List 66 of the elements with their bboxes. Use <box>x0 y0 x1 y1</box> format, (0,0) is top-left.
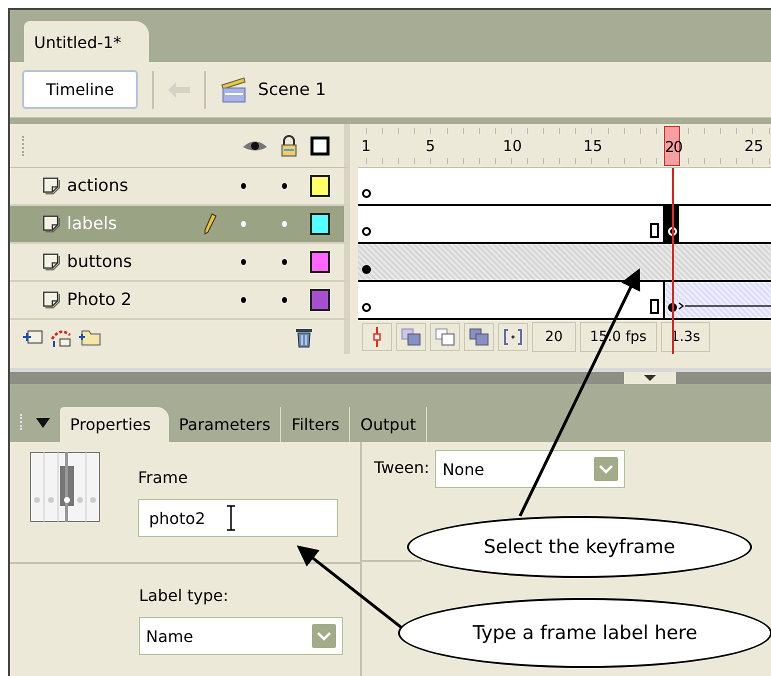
label-type-dropdown[interactable]: Name <box>139 617 343 655</box>
playhead-marker[interactable]: 20 <box>664 126 680 166</box>
layer-name: Photo 2 <box>67 290 133 310</box>
frame-number: 5 <box>424 136 436 156</box>
layer-color-swatch[interactable] <box>310 175 330 197</box>
lock-dot[interactable] <box>282 297 288 303</box>
pencil-icon <box>202 213 217 235</box>
layer-color-swatch[interactable] <box>310 213 330 235</box>
layer-icon <box>42 213 62 235</box>
clapperboard-icon <box>220 76 248 104</box>
layer-color-swatch[interactable] <box>310 251 330 273</box>
layer-color-swatch[interactable] <box>310 289 330 311</box>
scene-label[interactable]: Scene 1 <box>258 80 326 100</box>
brackets-icon <box>503 328 523 346</box>
frame-number: 10 <box>502 136 519 156</box>
visible-dot[interactable] <box>241 259 246 265</box>
trash-icon[interactable] <box>294 326 314 348</box>
text-cursor-icon <box>225 505 238 531</box>
lock-dot[interactable] <box>282 221 288 227</box>
onion-outline-icon <box>435 328 455 346</box>
frame-number: 25 <box>744 136 760 156</box>
edit-multiple-frames-button[interactable] <box>464 323 494 351</box>
empty-keyframe[interactable] <box>362 189 371 198</box>
layer-name: actions <box>67 176 130 196</box>
layer-icon <box>42 175 62 197</box>
frame-number: 15 <box>583 136 600 156</box>
collapse-handle[interactable] <box>624 372 676 384</box>
keyframe-dot[interactable] <box>362 265 371 274</box>
layer-row[interactable]: Photo 2 <box>10 282 350 320</box>
layer-name: buttons <box>67 252 133 272</box>
layer-row[interactable]: buttons <box>10 244 350 282</box>
multiple-frames-icon <box>469 328 489 346</box>
visible-dot[interactable] <box>241 183 246 189</box>
layer-icon <box>42 251 62 273</box>
visible-dot[interactable] <box>241 221 246 227</box>
outline-icon[interactable] <box>310 136 330 156</box>
lock-dot[interactable] <box>282 183 288 189</box>
center-frame-icon <box>372 327 382 347</box>
frame-track[interactable] <box>358 244 771 282</box>
label-type-label: Label type: <box>139 586 230 605</box>
visible-dot[interactable] <box>241 297 246 303</box>
frame-track[interactable] <box>358 168 771 206</box>
document-tab[interactable]: Untitled-1* <box>24 21 150 62</box>
tween-label: Tween: <box>374 458 430 477</box>
frame-track[interactable] <box>358 282 771 320</box>
empty-keyframe[interactable] <box>362 303 371 312</box>
panel-tab[interactable]: Properties <box>60 407 169 442</box>
timeline-button[interactable]: Timeline <box>22 70 138 109</box>
layer-icon <box>42 289 62 311</box>
frame-name-field[interactable]: photo2 <box>138 499 338 537</box>
frame-label: Frame <box>138 468 189 487</box>
frame-track[interactable] <box>358 206 771 244</box>
frame-thumbnail-icon <box>30 452 100 522</box>
onion-markers-button[interactable] <box>498 323 528 351</box>
lock-icon[interactable] <box>280 134 298 156</box>
collapse-triangle-icon[interactable] <box>36 418 50 428</box>
current-frame: 20 <box>532 322 576 352</box>
tween-dropdown[interactable]: None <box>435 450 626 488</box>
frame-number: 1 <box>360 136 372 156</box>
onion-outline-button[interactable] <box>430 323 460 351</box>
onion-skin-button[interactable] <box>396 323 426 351</box>
lock-dot[interactable] <box>282 259 288 265</box>
onion-skin-icon <box>401 328 421 346</box>
empty-keyframe[interactable] <box>362 227 371 236</box>
center-frame-button[interactable] <box>362 323 392 351</box>
layer-name: labels <box>67 214 118 234</box>
